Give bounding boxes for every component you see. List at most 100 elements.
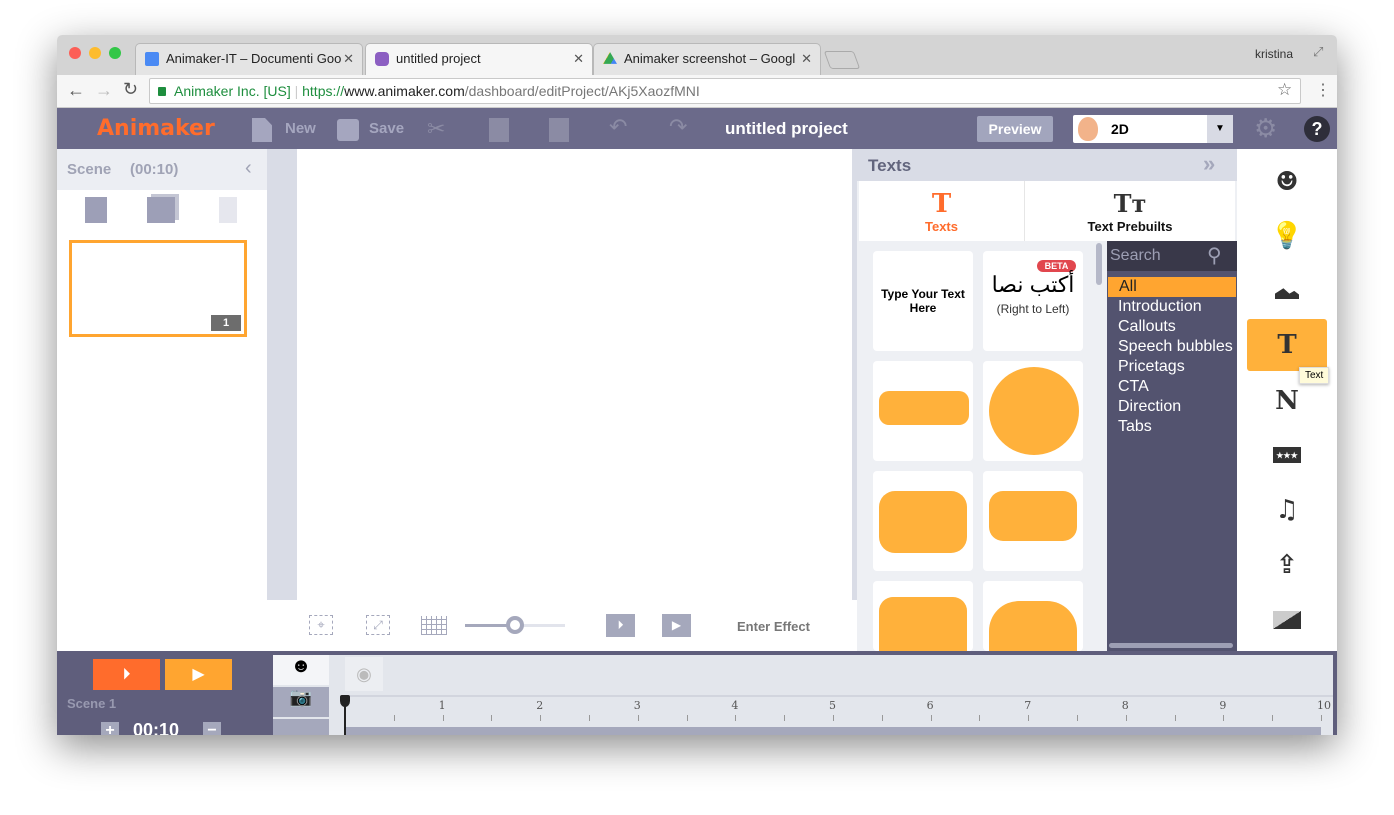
help-icon[interactable]: ?: [1304, 116, 1330, 142]
close-window-button[interactable]: [69, 47, 81, 59]
add-scene-icon[interactable]: [85, 197, 107, 223]
track-bar[interactable]: [345, 727, 1321, 735]
category-item[interactable]: Direction: [1107, 397, 1237, 417]
speech-bubble-card[interactable]: [983, 361, 1083, 461]
bookmark-star-icon[interactable]: ☆: [1277, 80, 1292, 100]
search-box[interactable]: Search ⚲: [1107, 241, 1237, 271]
number-icon[interactable]: N: [1247, 375, 1327, 427]
site-identity[interactable]: Animaker Inc. [US]: [174, 83, 291, 99]
reload-icon[interactable]: ↻: [123, 79, 138, 100]
grid-icon[interactable]: [421, 616, 447, 635]
copy-icon[interactable]: [489, 118, 509, 142]
arabic-text: أكتب نصا: [991, 272, 1075, 297]
browser-tab-active[interactable]: untitled project ✕: [365, 43, 593, 75]
menu-icon[interactable]: ⋮: [1315, 80, 1331, 100]
category-item[interactable]: Speech bubbles: [1107, 337, 1237, 357]
save-icon[interactable]: [337, 119, 359, 141]
category-item[interactable]: CTA: [1107, 377, 1237, 397]
center-icon[interactable]: ⌖: [309, 615, 333, 635]
speech-bubble-card[interactable]: [873, 581, 973, 651]
search-icon[interactable]: ⚲: [1207, 243, 1222, 268]
ruler-tick: [881, 715, 883, 721]
speech-bubble-card[interactable]: [873, 471, 973, 571]
minimize-window-button[interactable]: [89, 47, 101, 59]
collapse-chevron-icon[interactable]: ‹: [245, 157, 252, 180]
music-icon[interactable]: ♫: [1247, 484, 1327, 536]
eye-icon[interactable]: ◉: [345, 657, 383, 691]
forward-icon[interactable]: →: [95, 80, 113, 101]
scene-thumbnail[interactable]: 1: [69, 240, 247, 337]
category-item[interactable]: Tabs: [1107, 417, 1237, 437]
category-item[interactable]: Pricetags: [1107, 357, 1237, 377]
play-button[interactable]: ▶: [662, 614, 691, 637]
cut-icon[interactable]: ✂: [427, 116, 445, 142]
upload-icon[interactable]: ⇪: [1247, 539, 1327, 591]
background-icon[interactable]: [1247, 594, 1327, 646]
browser-tab[interactable]: Animaker-IT – Documenti Goo ✕: [135, 43, 363, 75]
gear-icon[interactable]: ⚙: [1254, 113, 1277, 144]
enter-effect-label[interactable]: Enter Effect: [737, 619, 810, 634]
ruler-label: 4: [731, 699, 739, 712]
cards-scrollbar[interactable]: [1096, 243, 1102, 285]
speech-bubble-card[interactable]: [873, 361, 973, 461]
rtl-text-card[interactable]: BETA أكتب نصا (Right to Left): [983, 251, 1083, 351]
play-scene-button[interactable]: ▶: [165, 659, 232, 690]
text-template-card[interactable]: Type Your Text Here: [873, 251, 973, 351]
play-from-start-button[interactable]: ⏵: [93, 659, 160, 690]
url-path: /dashboard/editProject/AKj5XaozfMNI: [464, 83, 700, 99]
collapse-panel-icon[interactable]: »: [1203, 151, 1215, 177]
close-tab-icon[interactable]: ✕: [343, 51, 354, 67]
timeline: ⏵ ▶ Scene 1 + 00:10 − ☻ 📷 ◉ 1 2 3 4 5 6 7 8 9 10: [57, 651, 1337, 735]
zoom-slider[interactable]: [465, 616, 565, 634]
camera-layer-icon[interactable]: 📷: [273, 687, 329, 717]
browser-tab[interactable]: Animaker screenshot – Googl ✕: [593, 43, 821, 75]
speech-bubble-card[interactable]: [983, 471, 1083, 571]
zoom-slider-handle[interactable]: [506, 616, 524, 634]
category-item[interactable]: Callouts: [1107, 317, 1237, 337]
image-icon[interactable]: [1247, 264, 1327, 316]
new-file-icon[interactable]: [252, 118, 272, 142]
time-ruler[interactable]: 1 2 3 4 5 6 7 8 9 10: [345, 697, 1331, 727]
url-input[interactable]: Animaker Inc. [US] | https://www.animake…: [149, 78, 1301, 104]
new-button[interactable]: New: [285, 120, 316, 137]
speech-bubble-card[interactable]: [983, 581, 1083, 651]
close-tab-icon[interactable]: ✕: [573, 51, 584, 67]
category-item[interactable]: Introduction: [1107, 297, 1237, 317]
delete-scene-icon[interactable]: [219, 197, 237, 223]
fit-screen-icon[interactable]: ⤢: [366, 615, 390, 635]
search-input[interactable]: Search: [1110, 247, 1161, 265]
mode-select[interactable]: 2D ▼: [1073, 115, 1233, 143]
profile-name[interactable]: kristina: [1255, 47, 1293, 61]
paste-icon[interactable]: [549, 118, 569, 142]
play-from-start-button[interactable]: ⏵: [606, 614, 635, 637]
back-icon[interactable]: ←: [67, 80, 85, 101]
undo-icon[interactable]: ↶: [609, 114, 627, 140]
duplicate-scene-icon[interactable]: [147, 197, 175, 223]
character-layer-icon[interactable]: ☻: [273, 655, 329, 685]
ruler-label: 10: [1317, 699, 1331, 712]
decrease-duration-button[interactable]: −: [203, 722, 221, 735]
maximize-window-button[interactable]: [109, 47, 121, 59]
increase-duration-button[interactable]: +: [101, 722, 119, 735]
preview-button[interactable]: Preview: [977, 116, 1053, 142]
tab-text-prebuilts[interactable]: Tт Text Prebuilts: [1025, 181, 1235, 241]
redo-icon[interactable]: ↷: [669, 114, 687, 140]
chevron-down-icon[interactable]: ▼: [1207, 115, 1233, 143]
text-tool-button[interactable]: T: [1247, 319, 1327, 371]
close-tab-icon[interactable]: ✕: [801, 51, 812, 67]
new-tab-button[interactable]: [823, 51, 861, 69]
fullscreen-icon[interactable]: ⤢: [1313, 44, 1323, 60]
save-button[interactable]: Save: [369, 120, 404, 137]
layer-icon[interactable]: [273, 719, 329, 735]
stage-canvas[interactable]: [297, 149, 852, 600]
tab-texts[interactable]: T Texts: [859, 181, 1025, 241]
google-drive-icon: [603, 52, 617, 64]
scene-panel-header: Scene (00:10) ‹: [57, 149, 267, 190]
lightbulb-icon[interactable]: 💡: [1247, 210, 1327, 262]
rating-stars-icon[interactable]: ★★★: [1247, 429, 1327, 481]
category-item[interactable]: All: [1108, 277, 1236, 297]
project-title[interactable]: untitled project: [725, 119, 848, 139]
category-scrollbar[interactable]: [1109, 643, 1233, 648]
character-icon[interactable]: ☻: [1247, 156, 1327, 208]
scene-duration: (00:10): [130, 161, 179, 178]
